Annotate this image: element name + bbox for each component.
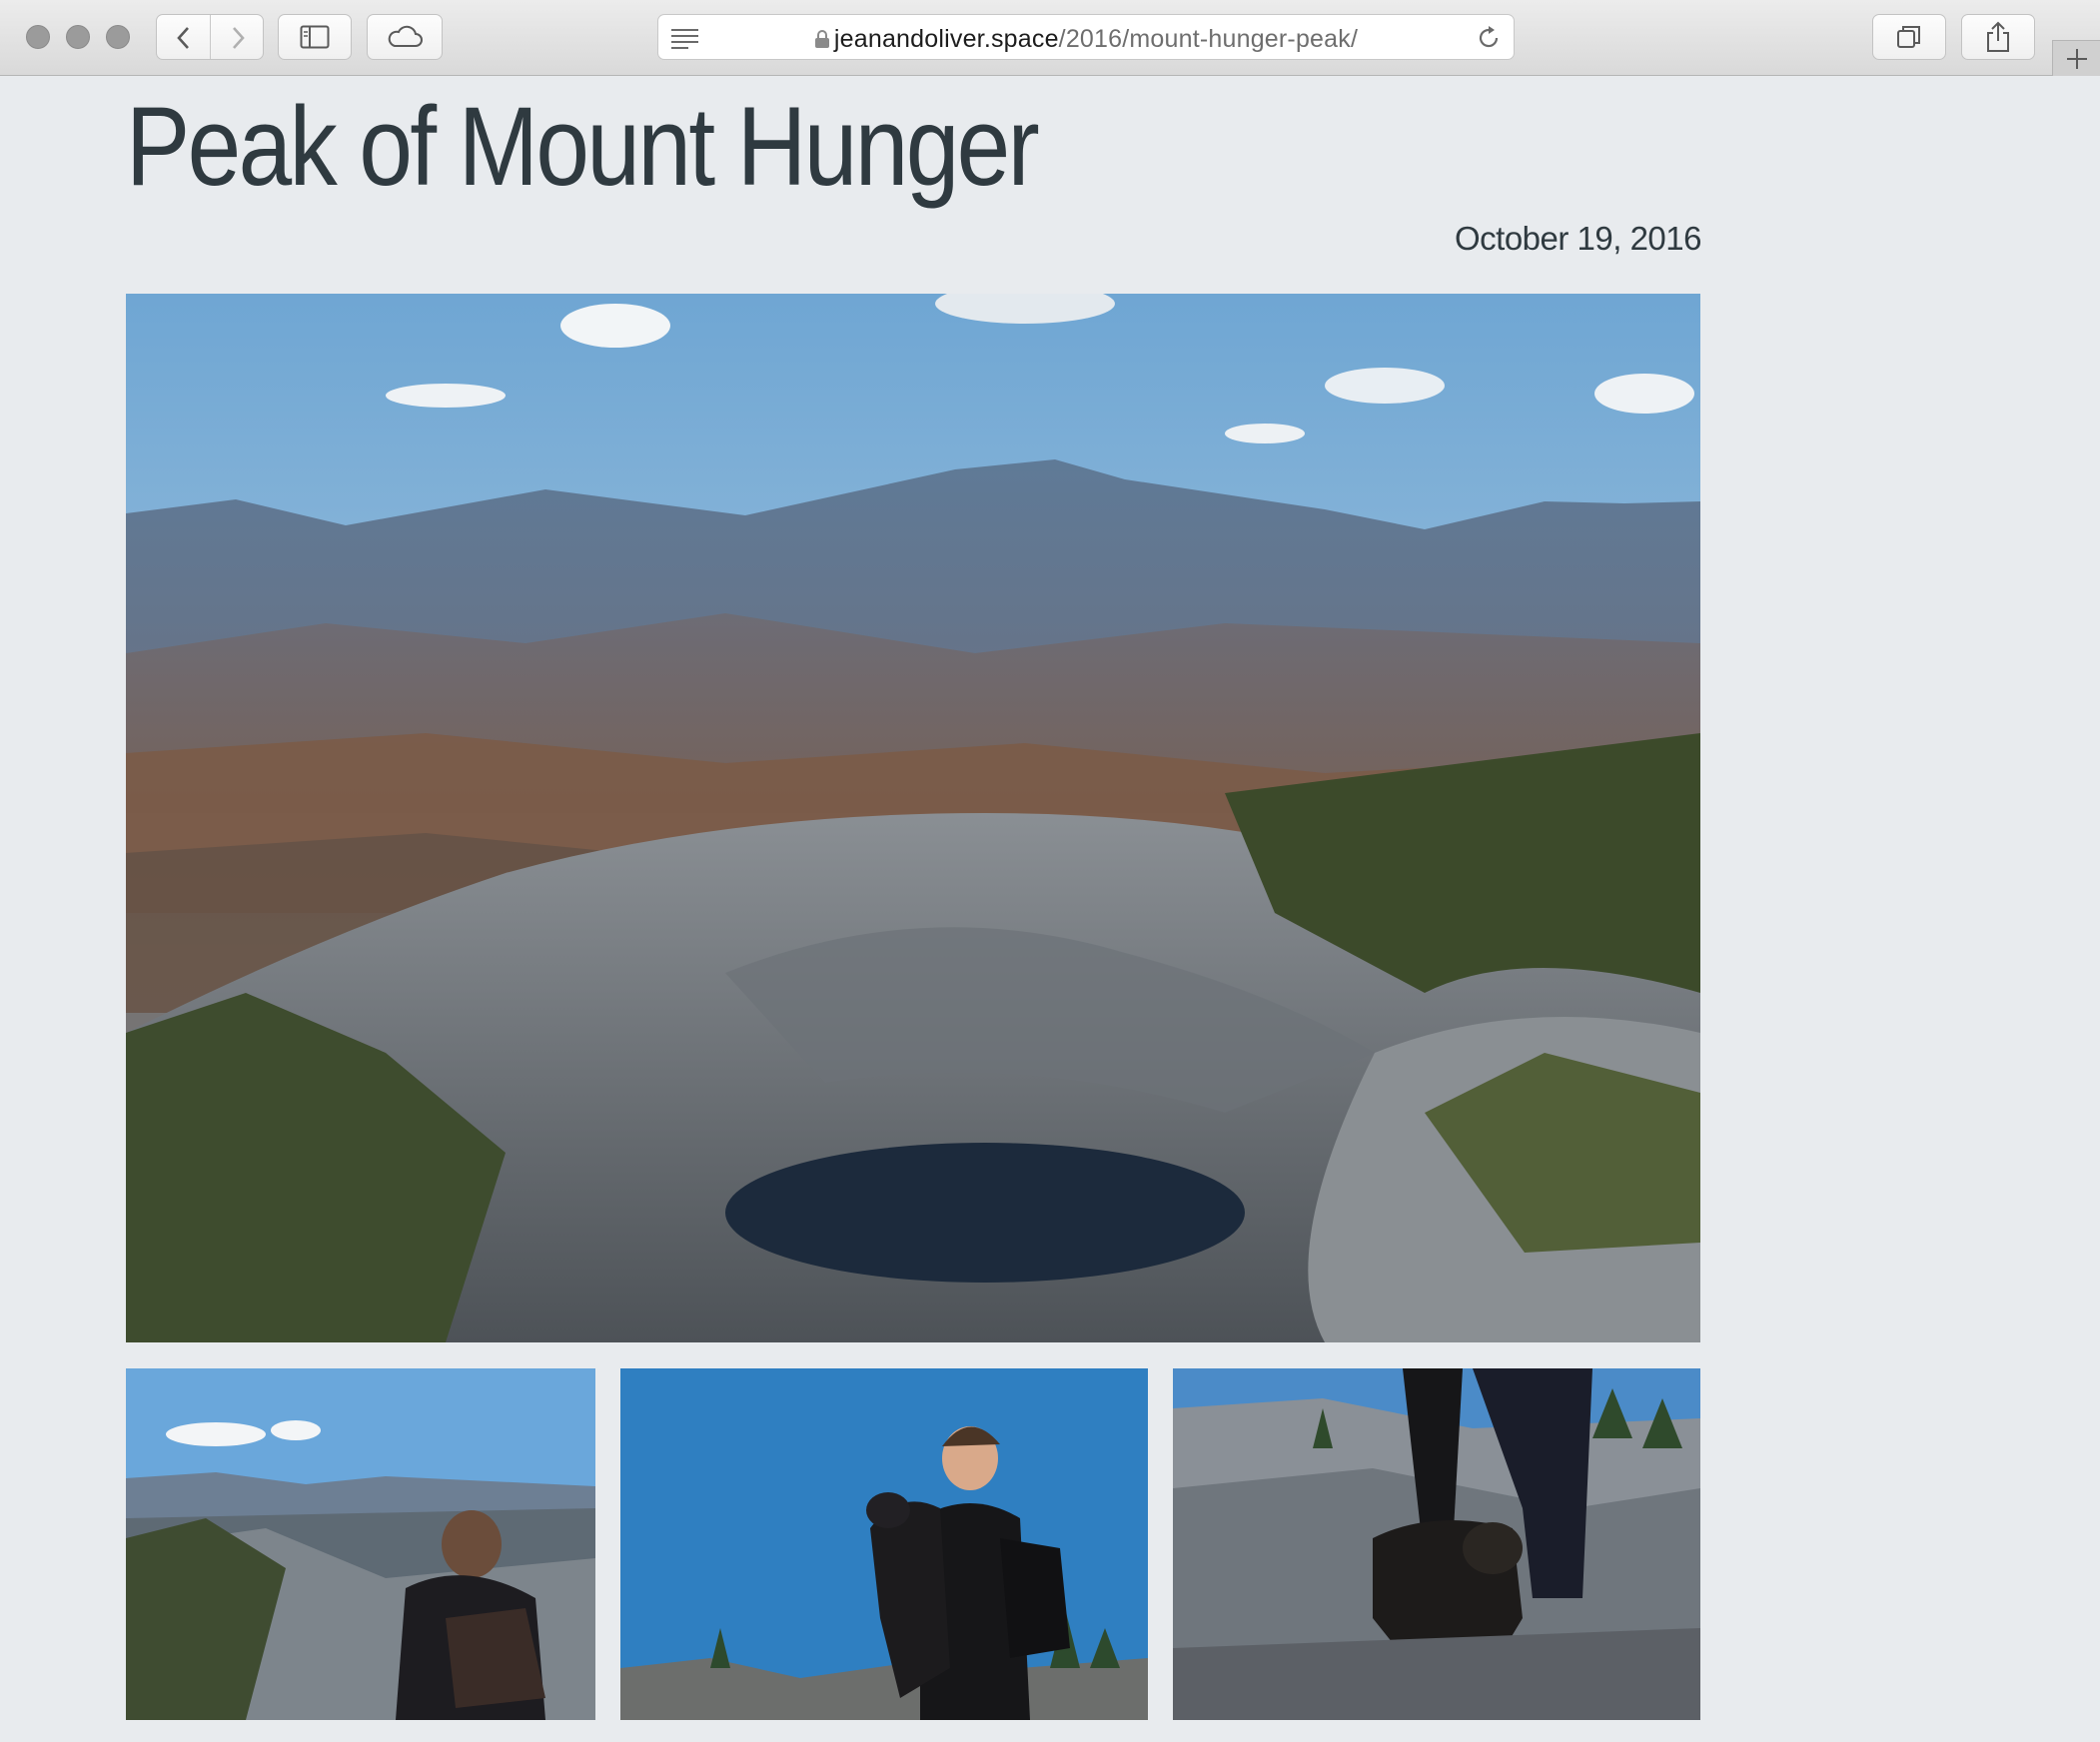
thumbnail-photo-2[interactable] [620, 1368, 1148, 1720]
thumbnail-photo-1[interactable] [126, 1368, 595, 1720]
address-bar[interactable]: jeanandoliver.space/2016/mount-hunger-pe… [657, 14, 1515, 60]
close-window-button[interactable] [26, 25, 50, 49]
share-button[interactable] [1961, 14, 2035, 60]
chevron-right-icon [233, 27, 245, 49]
browser-toolbar: jeanandoliver.space/2016/mount-hunger-pe… [0, 0, 2100, 76]
hero-photo[interactable] [126, 294, 1700, 1342]
url-host: jeanandoliver.space [833, 25, 1059, 53]
icloud-tabs-button[interactable] [367, 14, 443, 60]
minimize-window-button[interactable] [66, 25, 90, 49]
reload-button[interactable] [1476, 25, 1502, 56]
back-button[interactable] [173, 25, 195, 51]
back-forward-group [156, 14, 264, 60]
plus-icon [2066, 48, 2087, 69]
share-icon [1987, 21, 2009, 52]
url-text: jeanandoliver.space/2016/mount-hunger-pe… [658, 25, 1514, 54]
cloud-icon [388, 25, 423, 47]
lock-icon [814, 30, 829, 48]
thumbnail-photo-3[interactable] [1173, 1368, 1700, 1720]
tabs-icon [1897, 26, 1920, 48]
sidebar-icon [300, 25, 330, 49]
url-path: /2016/mount-hunger-peak/ [1058, 25, 1359, 53]
post-title: Peak of Mount Hunger [126, 84, 1040, 209]
forward-button[interactable] [227, 25, 249, 51]
new-tab-button[interactable] [2052, 40, 2100, 76]
zoom-window-button[interactable] [106, 25, 130, 49]
tab-overview-button[interactable] [1872, 14, 1946, 60]
sidebar-button[interactable] [278, 14, 352, 60]
post-date: October 19, 2016 [1454, 220, 1702, 257]
reload-icon [1479, 26, 1499, 48]
chevron-left-icon [177, 27, 189, 49]
